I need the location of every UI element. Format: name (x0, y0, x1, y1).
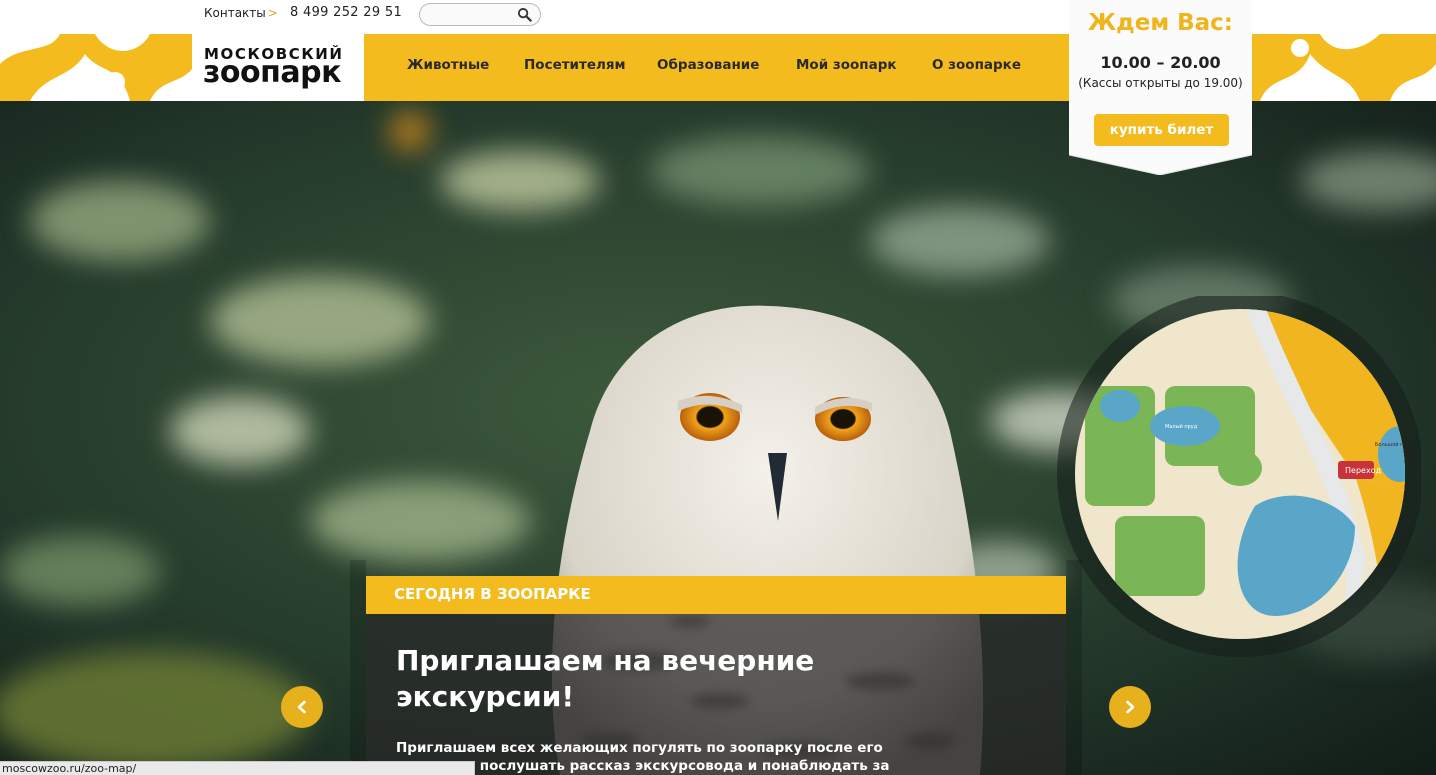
search-input[interactable] (428, 6, 520, 23)
news-section-label: СЕГОДНЯ В ЗООПАРКЕ (394, 585, 591, 603)
news-panel-shadow-right (1066, 560, 1082, 775)
contacts-link[interactable]: Контакты > (204, 6, 278, 20)
map-label-crossing: Переход (1345, 466, 1382, 475)
chevron-left-icon (297, 700, 306, 714)
logo-line2[interactable]: зоопарк (203, 57, 341, 89)
chevron-right-icon: > (267, 6, 278, 20)
map-label-small-pond: Малый пруд (1165, 423, 1198, 430)
nav-item-my-zoo[interactable]: Мой зоопарк (796, 57, 897, 73)
ticket-office-note: (Кассы открыты до 19.00) (1078, 76, 1243, 90)
chevron-right-icon (1126, 700, 1135, 714)
visit-title: Ждем Вас: (1087, 10, 1234, 36)
search-icon[interactable] (517, 7, 532, 22)
nav-item-about[interactable]: О зоопарке (932, 57, 1021, 73)
news-title[interactable]: Приглашаем на вечерние экскурсии! (396, 643, 916, 715)
news-section-header: СЕГОДНЯ В ЗООПАРКЕ (366, 576, 1066, 614)
news-panel-shadow-left (350, 560, 366, 775)
opening-hours: 10.00 – 20.00 (1100, 53, 1221, 72)
contacts-label[interactable]: Контакты (204, 6, 266, 20)
news-text: Приглашаем всех желающих погулять по зоо… (396, 740, 890, 774)
nav-item-education[interactable]: Образование (657, 57, 759, 73)
zoo-map-widget[interactable]: Переход Большой пруд Малый пруд (1055, 296, 1421, 662)
buy-ticket-button[interactable]: купить билет (1094, 114, 1229, 146)
browser-status-url: moscowzoo.ru/zoo-map/ (0, 761, 475, 775)
nav-item-animals[interactable]: Животные (407, 57, 489, 73)
slider-prev-button[interactable] (281, 686, 323, 728)
phone-number: 8 499 252 29 51 (290, 5, 403, 20)
nav-item-visitors[interactable]: Посетителям (524, 57, 626, 73)
search-box[interactable] (419, 3, 541, 26)
slider-next-button[interactable] (1109, 686, 1151, 728)
